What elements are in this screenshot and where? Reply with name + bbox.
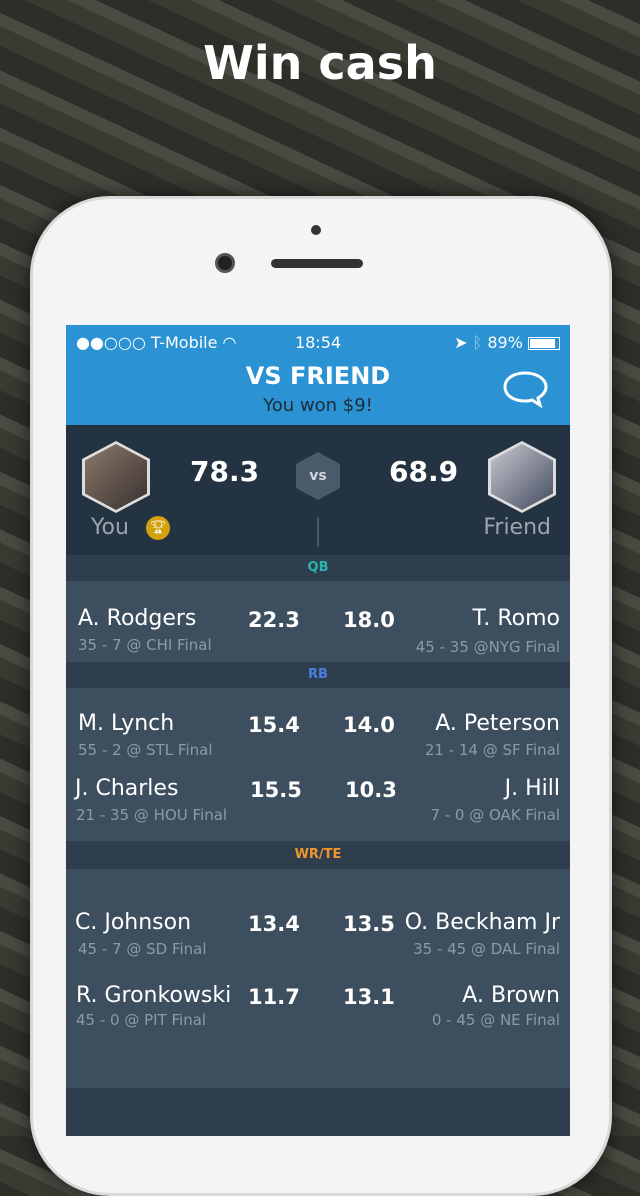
right-player: A. Peterson [435, 711, 560, 736]
left-player: A. Rodgers [78, 606, 197, 631]
left-game: 35 - 7 @ CHI Final [78, 636, 212, 654]
left-player: C. Johnson [75, 910, 192, 935]
left-points: 11.7 [248, 985, 300, 1009]
right-points: 10.3 [345, 778, 397, 802]
vs-badge: vs [296, 452, 340, 500]
trophy-icon: 🏆︎ [146, 516, 170, 540]
section-rb: RB [66, 662, 570, 688]
left-player: J. Charles [75, 776, 179, 801]
friend-score: 68.9 [389, 455, 459, 488]
app-screen: ●●○○○ T-Mobile ◠ 18:54 ➤ ᛒ 89% VS FRIEND… [66, 325, 570, 1136]
right-game: 21 - 14 @ SF Final [424, 741, 560, 759]
right-points: 13.1 [343, 985, 395, 1009]
left-player: M. Lynch [78, 711, 175, 736]
page-title: VS FRIEND [245, 362, 391, 390]
left-game: 45 - 7 @ SD Final [78, 940, 207, 958]
matchup-row[interactable]: R. Gronkowski 45 - 0 @ PIT Final 11.7 13… [66, 983, 570, 1043]
right-game: 45 - 35 @NYG Final [415, 638, 560, 656]
right-points: 13.5 [343, 912, 395, 936]
matchup-row[interactable]: M. Lynch 55 - 2 @ STL Final 15.4 14.0 A.… [66, 711, 570, 771]
right-game: 0 - 45 @ NE Final [431, 1011, 560, 1029]
right-points: 18.0 [343, 608, 395, 632]
right-game: 35 - 45 @ DAL Final [413, 940, 560, 958]
camera-icon [215, 253, 235, 273]
friend-label: Friend [483, 515, 551, 540]
location-icon: ➤ [454, 333, 468, 352]
section-wr-te: WR/TE [66, 841, 570, 869]
chat-icon[interactable] [502, 370, 548, 410]
result-subtitle: You won $9! [263, 395, 373, 416]
nav-header: ●●○○○ T-Mobile ◠ 18:54 ➤ ᛒ 89% VS FRIEND… [66, 325, 570, 425]
matchup-row[interactable]: C. Johnson 45 - 7 @ SD Final 13.4 13.5 O… [66, 910, 570, 970]
headline: Win cash [203, 36, 437, 90]
status-bar: ●●○○○ T-Mobile ◠ 18:54 ➤ ᛒ 89% [76, 333, 560, 353]
divider [317, 517, 319, 547]
right-player: T. Romo [472, 606, 560, 631]
friend-avatar[interactable] [488, 441, 556, 513]
left-points: 13.4 [248, 912, 300, 936]
right-points: 14.0 [343, 713, 395, 737]
left-game: 55 - 2 @ STL Final [78, 741, 213, 759]
bottom-bar [66, 1088, 570, 1136]
right-player: J. Hill [504, 776, 560, 801]
you-score: 78.3 [190, 455, 260, 488]
section-qb: QB [66, 555, 570, 581]
matchup-row[interactable]: A. Rodgers 35 - 7 @ CHI Final 22.3 18.0 … [66, 606, 570, 666]
right-player: O. Beckham Jr [404, 910, 560, 935]
score-summary: 78.3 vs 68.9 You 🏆︎ Friend [66, 425, 570, 555]
you-avatar[interactable] [82, 441, 150, 513]
right-player: A. Brown [462, 983, 560, 1008]
battery-percent: 89% [487, 333, 523, 352]
you-label: You [91, 515, 129, 540]
battery-icon [528, 337, 560, 350]
left-player: R. Gronkowski [76, 983, 232, 1008]
bluetooth-icon: ᛒ [472, 333, 483, 352]
matchup-row[interactable]: J. Charles 21 - 35 @ HOU Final 15.5 10.3… [66, 776, 570, 836]
left-points: 22.3 [248, 608, 300, 632]
left-game: 45 - 0 @ PIT Final [76, 1011, 207, 1029]
left-game: 21 - 35 @ HOU Final [76, 806, 228, 824]
left-points: 15.4 [248, 713, 300, 737]
left-points: 15.5 [250, 778, 302, 802]
proximity-sensor [311, 225, 321, 235]
right-game: 7 - 0 @ OAK Final [430, 806, 560, 824]
speaker [271, 259, 363, 268]
